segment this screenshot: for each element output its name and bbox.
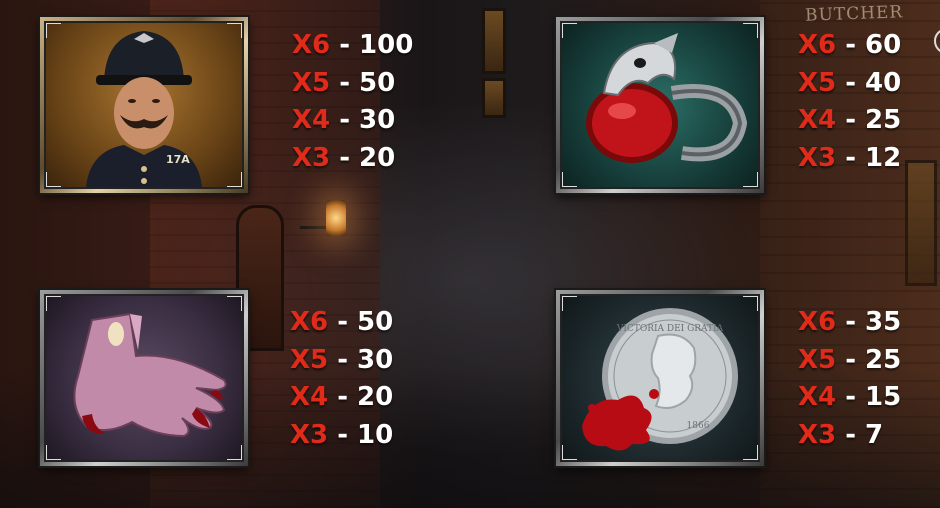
payout-row: X5 - 50	[292, 67, 396, 98]
coin-year: 1866	[687, 421, 710, 431]
payout-multiplier: X3	[798, 142, 837, 173]
symbol-policeman-tile: 17A	[44, 21, 244, 189]
payout-multiplier: X4	[292, 105, 331, 135]
frame-corner	[743, 172, 758, 187]
payout-value: 12	[865, 142, 902, 173]
payout-multiplier: X4	[798, 105, 837, 135]
payout-row: X4 - 20	[290, 382, 394, 412]
payout-row: X3 - 20	[292, 142, 396, 173]
payout-multiplier: X5	[798, 67, 837, 98]
payout-value: 35	[865, 307, 902, 337]
symbol-coin-frame: VICTORIA DEI GRATIA 1866	[556, 290, 764, 466]
payout-row: X3 - 12	[798, 142, 902, 173]
symbol-gloves-tile	[44, 294, 244, 462]
payout-multiplier: X3	[798, 419, 837, 450]
symbol-gloves-frame	[40, 290, 248, 466]
badge-number: 17A	[166, 153, 190, 166]
symbol-coin-tile: VICTORIA DEI GRATIA 1866	[560, 294, 760, 462]
payout-row: X6 - 100	[292, 30, 414, 60]
payout-value: 30	[359, 105, 396, 135]
payout-row: X5 - 25	[798, 344, 902, 375]
window	[482, 78, 506, 118]
payout-row: X3 - 10	[290, 419, 394, 450]
street-lamp-icon	[326, 200, 346, 236]
payout-multiplier: X3	[292, 142, 331, 173]
frame-corner	[46, 172, 61, 187]
symbol-policeman-frame: 17A	[40, 17, 248, 193]
symbol-ring-tile	[560, 21, 760, 189]
payout-value: 25	[865, 105, 902, 135]
payout-multiplier: X6	[292, 30, 331, 60]
payout-value: 20	[357, 382, 394, 412]
payout-value: 50	[357, 307, 394, 337]
butcher-sign: BUTCHER	[804, 2, 904, 26]
bloody-coin-icon: VICTORIA DEI GRATIA 1866	[582, 308, 738, 451]
window	[482, 8, 506, 74]
frame-corner	[227, 445, 242, 460]
payout-row: X5 - 30	[290, 344, 394, 375]
raven-ring-icon	[586, 33, 748, 163]
paytable-gloves: X6 - 50 X5 - 30 X4 - 20 X3 - 10	[290, 304, 440, 454]
window	[905, 160, 937, 286]
payout-multiplier: X6	[290, 307, 329, 337]
payout-row: X4 - 25	[798, 105, 902, 135]
frame-corner	[743, 445, 758, 460]
payout-multiplier: X5	[292, 67, 331, 98]
frame-corner	[562, 172, 577, 187]
frame-corner	[743, 296, 758, 311]
payout-value: 30	[357, 344, 394, 375]
payout-multiplier: X6	[798, 30, 837, 60]
payout-multiplier: X3	[290, 419, 329, 450]
payout-multiplier: X4	[798, 382, 837, 412]
payout-value: 40	[865, 67, 902, 98]
policeman-icon: 17A	[86, 31, 202, 187]
frame-corner	[562, 445, 577, 460]
gloves-icon	[73, 312, 227, 438]
payout-row: X6 - 50	[290, 307, 394, 337]
payout-row: X5 - 40	[798, 67, 902, 98]
coin-legend: VICTORIA DEI GRATIA	[616, 324, 724, 334]
payout-value: 25	[865, 344, 902, 375]
payout-row: X4 - 15	[798, 382, 902, 412]
payout-value: 100	[359, 30, 414, 60]
payout-value: 7	[865, 419, 884, 450]
frame-corner	[227, 23, 242, 38]
payout-row: X3 - 7	[798, 419, 884, 450]
paytable-coin: X6 - 35 X5 - 25 X4 - 15 X3 - 7	[798, 304, 940, 454]
paytable-policeman: X6 - 100 X5 - 50 X4 - 30 X3 - 20	[292, 27, 442, 177]
payout-value: 50	[359, 67, 396, 98]
payout-row: X4 - 30	[292, 105, 396, 135]
payout-value: 15	[865, 382, 902, 412]
frame-corner	[46, 296, 61, 311]
payout-row: X6 - 35	[798, 307, 902, 337]
payout-value: 20	[359, 142, 396, 173]
payout-multiplier: X4	[290, 382, 329, 412]
payout-row: X6 - 60	[798, 30, 902, 60]
payout-multiplier: X5	[798, 344, 837, 375]
frame-corner	[227, 172, 242, 187]
lamp-arm	[300, 226, 330, 229]
frame-corner	[227, 296, 242, 311]
paytable-ring: X6 - 60 X5 - 40 X4 - 25 X3 - 12	[798, 27, 940, 177]
frame-corner	[46, 445, 61, 460]
frame-corner	[562, 296, 577, 311]
payout-multiplier: X6	[798, 307, 837, 337]
frame-corner	[743, 23, 758, 38]
frame-corner	[46, 23, 61, 38]
payout-value: 10	[357, 419, 394, 450]
symbol-ring-frame	[556, 17, 764, 193]
payout-value: 60	[865, 30, 902, 60]
payout-multiplier: X5	[290, 344, 329, 375]
frame-corner	[562, 23, 577, 38]
